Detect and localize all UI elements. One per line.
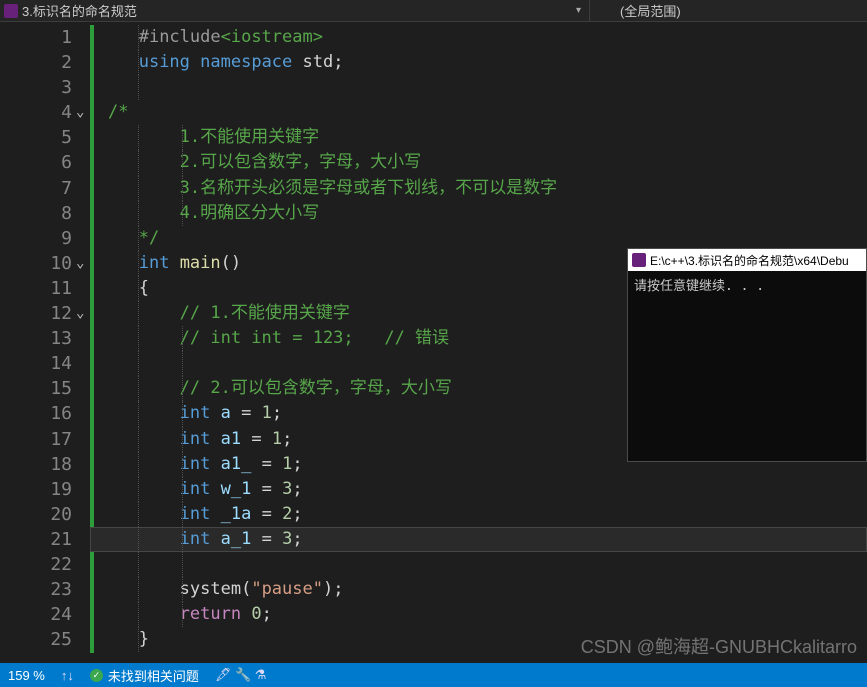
code-line: [90, 75, 867, 100]
tool-icons[interactable]: 🖋 🔧 ⚗: [215, 667, 267, 683]
code-line: system("pause");: [90, 577, 867, 602]
console-title-text: E:\c++\3.标识名的命名规范\x64\Debu: [650, 252, 849, 269]
check-icon: ✓: [90, 669, 103, 682]
code-line: [90, 552, 867, 577]
code-line: #include<iostream>: [90, 25, 867, 50]
code-line: int _1a = 2;: [90, 502, 867, 527]
dropdown-icon[interactable]: ▾: [576, 5, 581, 16]
console-title-bar[interactable]: E:\c++\3.标识名的命名规范\x64\Debu: [628, 249, 866, 271]
zoom-level[interactable]: 159 %: [8, 668, 45, 683]
file-icon: [4, 4, 18, 18]
code-line: 1.不能使用关键字: [90, 125, 867, 150]
code-line: return 0;: [90, 602, 867, 627]
watermark: CSDN @鲍海超-GNUBHCkalitarro: [581, 633, 857, 659]
file-title: 3.标识名的命名规范: [22, 1, 137, 20]
code-line: 2.可以包含数字，字母，大小写: [90, 150, 867, 175]
scope-selector[interactable]: (全局范围): [590, 1, 681, 20]
top-bar: 3.标识名的命名规范 ▾ (全局范围): [0, 0, 867, 22]
code-line: 4.明确区分大小写: [90, 201, 867, 226]
code-line: 3.名称开头必须是字母或者下划线，不可以是数字: [90, 176, 867, 201]
console-window[interactable]: E:\c++\3.标识名的命名规范\x64\Debu 请按任意键继续. . .: [627, 248, 867, 462]
console-output: 请按任意键继续. . .: [628, 271, 866, 298]
fold-icon[interactable]: ⌄: [76, 100, 84, 125]
code-line: using namespace std;: [90, 50, 867, 75]
file-tab[interactable]: 3.标识名的命名规范 ▾: [0, 0, 590, 21]
code-line: ⌄/*: [90, 100, 867, 125]
fold-icon[interactable]: ⌄: [76, 251, 84, 276]
nav-arrows-icon[interactable]: ↑↓: [61, 668, 74, 683]
code-line-active: int a_1 = 3;: [90, 527, 867, 552]
status-bar: 159 % ↑↓ ✓ 未找到相关问题 🖋 🔧 ⚗: [0, 663, 867, 687]
issues-status[interactable]: ✓ 未找到相关问题: [90, 666, 199, 685]
code-line: int w_1 = 3;: [90, 477, 867, 502]
console-icon: [632, 253, 646, 267]
fold-icon[interactable]: ⌄: [76, 301, 84, 326]
